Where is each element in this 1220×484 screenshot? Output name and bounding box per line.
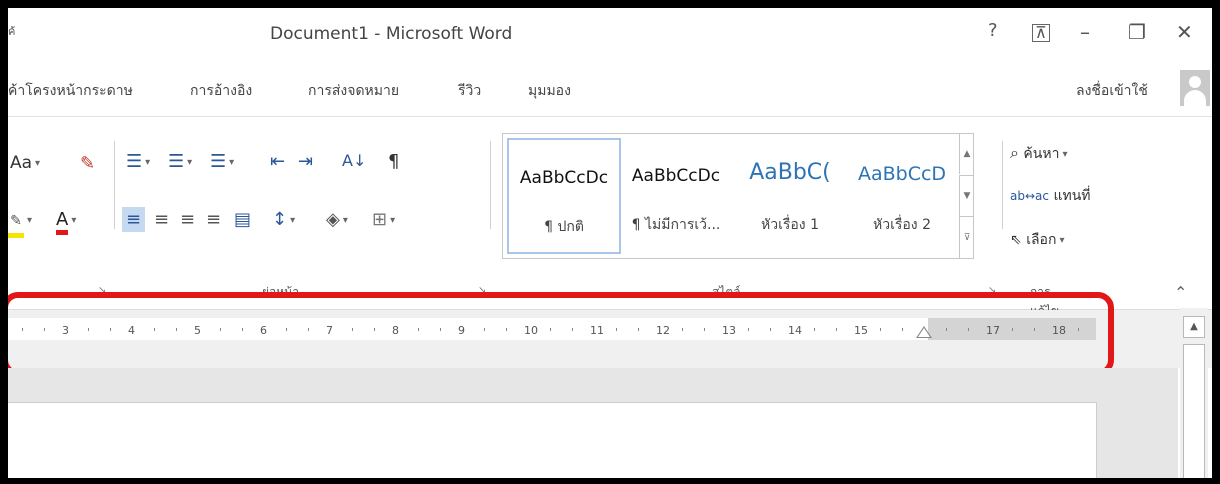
style-name: ¶ ไม่มีการเว้... (631, 217, 721, 233)
tab-references[interactable]: การอ้างอิง (190, 80, 252, 102)
replace-icon: ab↔ac (1010, 189, 1049, 203)
style-preview: AaBbCcDc (519, 168, 609, 188)
align-center-icon[interactable]: ≡ (154, 209, 169, 230)
tab-review[interactable]: รีวิว (458, 80, 481, 102)
close-button[interactable]: ✕ (1176, 20, 1193, 44)
replace-button[interactable]: ab↔ac แทนที่ (1010, 185, 1091, 207)
gallery-scroll-down-icon[interactable]: ▼ (959, 175, 974, 216)
clear-formatting-icon[interactable]: ✎ (80, 153, 95, 174)
user-avatar-icon[interactable] (1180, 70, 1210, 106)
document-area (8, 368, 1178, 478)
gallery-more-icon[interactable]: ⊽ (959, 216, 974, 259)
justify-icon[interactable]: ≡ (206, 209, 221, 230)
binoculars-icon: ⌕ (1010, 143, 1019, 162)
style-no-spacing[interactable]: AaBbCcDc ¶ ไม่มีการเว้... (621, 138, 731, 250)
help-button[interactable]: ? (988, 20, 998, 41)
cursor-icon: ⇖ (1010, 232, 1022, 248)
gallery-scroll-up-icon[interactable]: ▲ (959, 134, 974, 174)
style-name: หัวเรื่อง 1 (761, 217, 819, 233)
scroll-thumb[interactable] (1183, 344, 1205, 478)
style-preview: AaBbC( (749, 160, 831, 185)
font-color-button[interactable]: A ▾ (56, 209, 76, 235)
distributed-icon[interactable]: ▤ (234, 209, 251, 230)
multilevel-list-icon[interactable]: ☰ ▾ (210, 151, 234, 172)
style-normal[interactable]: AaBbCcDc ¶ ปกติ (507, 138, 621, 254)
select-label: เลือก (1026, 232, 1057, 248)
shading-icon[interactable]: ◈ ▾ (326, 209, 348, 230)
align-left-icon[interactable]: ≡ (122, 207, 146, 232)
edge-fragment: ค้ (8, 25, 16, 38)
change-case-button[interactable]: Aa ▾ (10, 153, 40, 173)
select-button[interactable]: ⇖ เลือก ▾ (1010, 229, 1064, 251)
style-preview: AaBbCcD (857, 163, 947, 185)
window-title: Document1 - Microsoft Word (270, 24, 513, 44)
divider (114, 141, 115, 229)
document-page[interactable] (8, 402, 1097, 478)
style-preview: AaBbCcDc (631, 166, 721, 186)
restore-button[interactable]: ❐ (1128, 20, 1146, 44)
style-heading-2[interactable]: AaBbCcD หัวเรื่อง 2 (847, 138, 957, 250)
numbering-icon[interactable]: ☰ ▾ (168, 151, 192, 172)
scroll-up-icon[interactable]: ▲ (1183, 316, 1205, 338)
style-name: ¶ ปกติ (544, 219, 584, 235)
title-bar: ค้ Document1 - Microsoft Word ? ⊼ – ❐ ✕ (8, 8, 1212, 64)
sign-in-link[interactable]: ลงชื่อเข้าใช้ (1076, 80, 1148, 102)
line-spacing-icon[interactable]: ↕ ▾ (272, 209, 295, 230)
ribbon-tabs: ค้าโครงหน้ากระดาษ การอ้างอิง การส่งจดหมา… (8, 70, 1212, 104)
align-right-icon[interactable]: ≡ (180, 209, 195, 230)
decrease-indent-icon[interactable]: ⇤ (270, 151, 285, 172)
style-name: หัวเรื่อง 2 (873, 217, 931, 233)
ribbon-display-options-button[interactable]: ⊼ (1032, 24, 1050, 42)
ribbon-home: Aa ▾ ✎ ✎ ▾ A ▾ ↘ ☰ ▾ ☰ ▾ ☰ ▾ ⇤ ⇥ A↓ ¶ ≡ ≡ ≡ ≡ … (8, 116, 1212, 318)
tab-mailings[interactable]: การส่งจดหมาย (308, 80, 399, 102)
replace-label: แทนที่ (1053, 188, 1091, 204)
bullets-icon[interactable]: ☰ ▾ (126, 151, 150, 172)
find-label: ค้นหา (1023, 146, 1060, 162)
show-hide-pilcrow-icon[interactable]: ¶ (388, 151, 399, 172)
style-heading-1[interactable]: AaBbC( หัวเรื่อง 1 (735, 138, 845, 250)
vertical-scrollbar[interactable]: ▲ (1180, 308, 1208, 478)
word-window: ค้ Document1 - Microsoft Word ? ⊼ – ❐ ✕ … (8, 8, 1212, 478)
ruler-highlight-annotation (8, 292, 1114, 376)
sort-icon[interactable]: A↓ (342, 151, 366, 170)
increase-indent-icon[interactable]: ⇥ (298, 151, 313, 172)
styles-gallery: AaBbCcDc ¶ ปกติ AaBbCcDc ¶ ไม่มีการเว้..… (502, 133, 974, 259)
collapse-ribbon-icon[interactable]: ⌃ (1174, 283, 1187, 302)
divider (1002, 141, 1003, 229)
tab-page-layout[interactable]: ค้าโครงหน้ากระดาษ (8, 80, 133, 102)
tab-view[interactable]: มุมมอง (528, 80, 571, 102)
borders-icon[interactable]: ⊞ ▾ (372, 209, 395, 230)
highlight-color-button[interactable]: ✎ ▾ (8, 209, 32, 238)
divider (490, 141, 491, 229)
find-button[interactable]: ⌕ ค้นหา ▾ (1010, 143, 1067, 165)
minimize-button[interactable]: – (1080, 20, 1090, 44)
